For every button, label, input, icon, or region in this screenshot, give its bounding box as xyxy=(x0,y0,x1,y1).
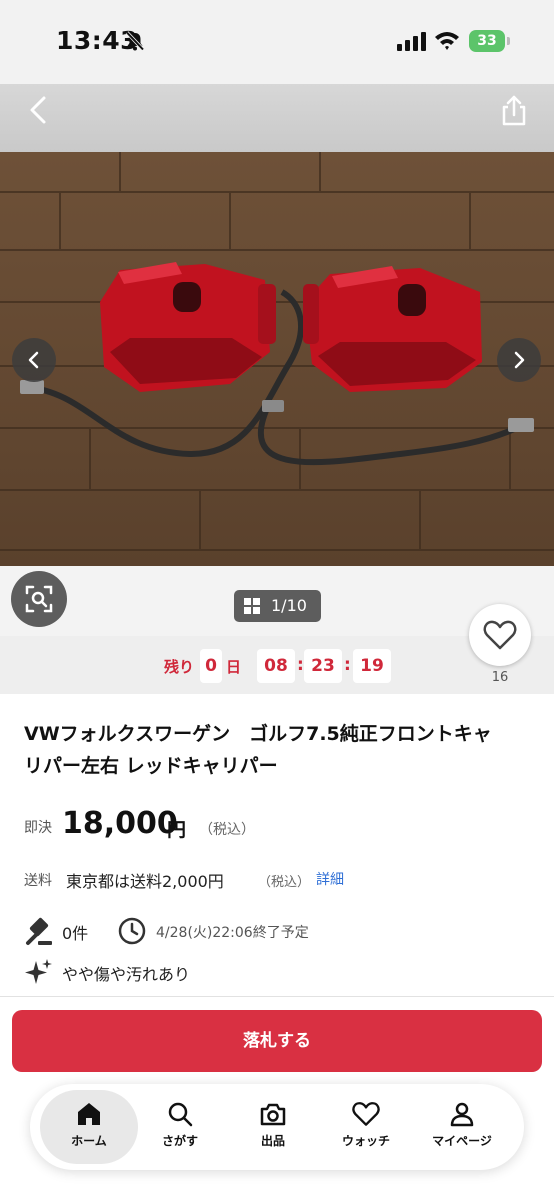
price-value: 18,000 xyxy=(62,806,178,841)
tab-search[interactable]: さがす xyxy=(134,1090,226,1164)
wifi-icon xyxy=(435,32,459,50)
price-label: 即決 xyxy=(24,820,52,836)
tab-search-label: さがす xyxy=(161,1134,198,1148)
countdown-days: 0 xyxy=(200,649,222,683)
heart-icon xyxy=(352,1102,380,1126)
chevron-left-icon xyxy=(28,351,39,369)
divider xyxy=(0,996,554,997)
countdown-hours: 08 xyxy=(257,649,295,683)
tab-mypage[interactable]: マイページ xyxy=(416,1090,508,1164)
product-photo[interactable] xyxy=(0,152,554,566)
home-icon xyxy=(78,1103,100,1125)
image-search-button[interactable] xyxy=(11,571,67,627)
price-unit: 円 xyxy=(167,819,187,841)
tab-watch[interactable]: ウォッチ xyxy=(320,1090,412,1164)
countdown-seconds: 19 xyxy=(353,649,391,683)
end-time: 4/28(火)22:06終了予定 xyxy=(156,925,309,941)
camera-icon xyxy=(260,1103,286,1126)
price-tax-note: （税込） xyxy=(199,822,255,838)
next-image-button[interactable] xyxy=(497,338,541,382)
countdown-colon-1: : xyxy=(297,655,304,675)
tab-sell-label: 出品 xyxy=(260,1134,285,1148)
buy-now-button[interactable]: 落札する xyxy=(12,1010,542,1072)
search-icon xyxy=(168,1102,193,1127)
back-icon[interactable] xyxy=(24,94,56,126)
bell-slash-icon xyxy=(125,31,145,51)
tab-home[interactable]: ホーム xyxy=(40,1090,138,1164)
watch-button[interactable] xyxy=(469,604,531,666)
battery-cap xyxy=(507,37,510,45)
sparkle-icon xyxy=(25,959,52,984)
chevron-right-icon xyxy=(514,351,525,369)
countdown-label: 残り xyxy=(164,658,195,676)
tab-sell[interactable]: 出品 xyxy=(227,1090,319,1164)
watch-count: 16 xyxy=(491,670,509,685)
share-icon[interactable] xyxy=(497,94,531,128)
shipping-detail-link[interactable]: 詳細 xyxy=(316,869,344,889)
nav-header xyxy=(0,84,554,152)
shipping-label: 送料 xyxy=(24,873,52,889)
clock-icon xyxy=(118,917,146,945)
prev-image-button[interactable] xyxy=(12,338,56,382)
image-counter[interactable]: 1/10 xyxy=(234,590,321,622)
image-counter-text: 1/10 xyxy=(271,596,307,615)
grid-icon xyxy=(244,598,260,614)
gavel-icon xyxy=(26,917,52,945)
countdown-colon-2: : xyxy=(344,655,351,675)
shipping-text: 東京都は送料2,000円 xyxy=(66,872,224,891)
person-icon xyxy=(450,1102,474,1127)
countdown-days-unit: 日 xyxy=(226,658,242,676)
shipping-tax-note: （税込） xyxy=(258,875,311,890)
item-condition: やや傷や汚れあり xyxy=(62,965,191,984)
heart-icon xyxy=(483,620,517,650)
item-title: VWフォルクスワーゲン ゴルフ7.5純正フロントキャリパー左右 レッドキャリパー xyxy=(24,723,492,777)
bid-count: 0件 xyxy=(62,924,89,943)
image-search-icon xyxy=(25,585,53,613)
tab-home-label: ホーム xyxy=(71,1134,107,1148)
tab-mypage-label: マイページ xyxy=(432,1134,492,1148)
tab-watch-label: ウォッチ xyxy=(341,1134,390,1148)
battery-indicator: 33 xyxy=(469,30,505,52)
countdown-minutes: 23 xyxy=(304,649,342,683)
signal-icon xyxy=(397,32,426,51)
